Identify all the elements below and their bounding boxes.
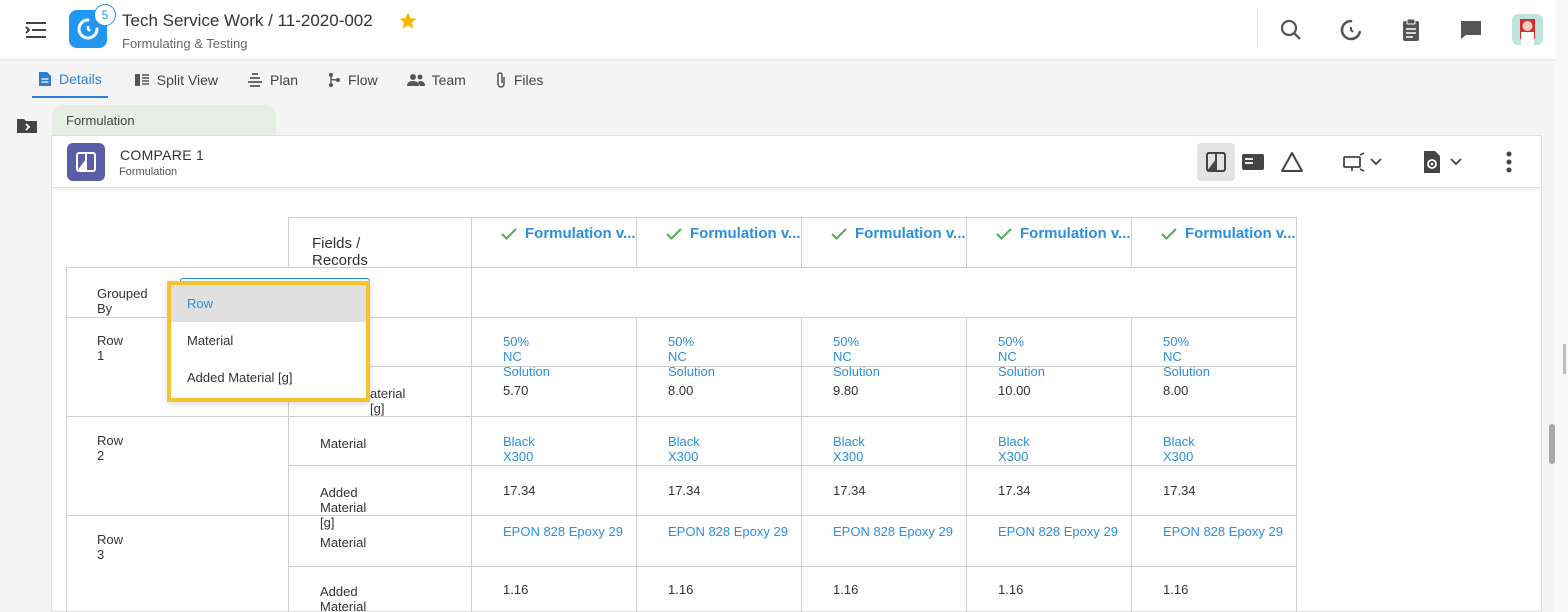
field-name-partial: aterial [g]: [370, 386, 406, 416]
row-label: Row 1: [97, 333, 124, 363]
amount-value: 1.16: [668, 582, 694, 597]
record-column-header[interactable]: Formulation v...: [666, 225, 801, 242]
tab-label: Split View: [156, 72, 219, 88]
page-scrollbar[interactable]: [1555, 0, 1568, 612]
chat-icon[interactable]: [1456, 15, 1486, 45]
material-link[interactable]: EPON 828 Epoxy 29: [833, 524, 953, 540]
record-column-label: Formulation v...: [1185, 225, 1296, 242]
field-name: Added Material [g]: [320, 485, 367, 530]
card-title: COMPARE 1: [120, 147, 205, 163]
breadcrumb[interactable]: Formulation: [52, 105, 276, 136]
card-view-button[interactable]: [1235, 143, 1271, 181]
record-column-header[interactable]: Formulation v...: [501, 225, 636, 242]
dropdown-option-added-material[interactable]: Added Material [g]: [171, 359, 366, 396]
material-link[interactable]: EPON 828 Epoxy 29: [668, 524, 788, 540]
tab-flow[interactable]: Flow: [327, 62, 378, 98]
material-link[interactable]: 50% NC Solution: [998, 334, 1045, 379]
amount-value: 1.16: [1163, 582, 1189, 597]
dropdown-option-row[interactable]: Row: [171, 285, 366, 322]
amount-value: 17.34: [503, 483, 536, 498]
tab-label: Details: [59, 71, 102, 87]
star-icon[interactable]: [398, 11, 418, 36]
scrollbar-thumb[interactable]: [1549, 424, 1555, 464]
scrollbar-marker: [1563, 344, 1566, 374]
material-link[interactable]: EPON 828 Epoxy 29: [998, 524, 1118, 540]
amount-value: 17.34: [833, 483, 866, 498]
amount-value: 17.34: [668, 483, 701, 498]
export-dropdown[interactable]: [1417, 143, 1467, 181]
display-options-dropdown[interactable]: [1337, 143, 1387, 181]
amount-value: 17.34: [998, 483, 1031, 498]
compare-view-button[interactable]: [1197, 143, 1235, 181]
menu-toggle-icon[interactable]: [22, 17, 50, 43]
record-column-header[interactable]: Formulation v...: [1161, 225, 1296, 242]
amount-value: 5.70: [503, 383, 529, 398]
material-link[interactable]: Black X300: [668, 434, 700, 464]
tab-plan[interactable]: Plan: [247, 62, 298, 98]
material-link[interactable]: 50% NC Solution: [1163, 334, 1210, 379]
notification-badge[interactable]: 5: [94, 4, 116, 26]
amount-value: 10.00: [998, 383, 1031, 398]
page-title: Tech Service Work / 11-2020-002: [122, 11, 373, 30]
tab-bar: Details Split View Plan Flow Team Files: [32, 62, 572, 98]
amount-value: 1.16: [833, 582, 859, 597]
field-name: Material: [320, 535, 367, 550]
record-column-label: Formulation v...: [690, 225, 801, 242]
record-column-header[interactable]: Formulation v...: [831, 225, 966, 242]
tab-files[interactable]: Files: [495, 62, 544, 98]
more-vert-icon[interactable]: [1497, 143, 1521, 181]
dropdown-option-material[interactable]: Material: [171, 322, 366, 359]
grouped-by-dropdown-menu: Row Material Added Material [g]: [167, 281, 370, 402]
material-link[interactable]: 50% NC Solution: [668, 334, 715, 379]
material-link[interactable]: 50% NC Solution: [833, 334, 880, 379]
compare-icon: [67, 143, 105, 181]
sync-icon[interactable]: [1336, 15, 1366, 45]
material-link[interactable]: Black X300: [503, 434, 535, 464]
material-link[interactable]: Black X300: [1163, 434, 1195, 464]
tab-label: Plan: [270, 72, 299, 88]
tab-details[interactable]: Details: [32, 62, 108, 98]
amount-value: 17.34: [1163, 483, 1196, 498]
material-link[interactable]: Black X300: [833, 434, 865, 464]
amount-value: 9.80: [833, 383, 859, 398]
card-subtitle: Formulation: [119, 166, 178, 178]
app-header: 5 Tech Service Work / 11-2020-002 Formul…: [0, 0, 1555, 60]
record-column-label: Formulation v...: [525, 225, 636, 242]
tab-label: Team: [431, 72, 466, 88]
header-divider: [1257, 10, 1258, 48]
card-header: COMPARE 1 Formulation: [52, 136, 1541, 188]
material-link[interactable]: EPON 828 Epoxy 29: [1163, 524, 1283, 540]
row-label: Row 3: [97, 532, 124, 562]
fields-records-header: Fields / Records: [312, 235, 368, 269]
clipboard-icon[interactable]: [1396, 15, 1426, 45]
record-column-header[interactable]: Formulation v...: [996, 225, 1131, 242]
search-icon[interactable]: [1276, 15, 1306, 45]
material-link[interactable]: EPON 828 Epoxy 29: [503, 524, 623, 540]
folder-nav-icon[interactable]: [16, 116, 38, 139]
tab-label: Flow: [348, 72, 378, 88]
tab-team[interactable]: Team: [406, 62, 466, 98]
tab-label: Files: [513, 72, 544, 88]
record-column-label: Formulation v...: [855, 225, 966, 242]
grouped-by-label: Grouped By: [97, 286, 148, 316]
material-link[interactable]: 50% NC Solution: [503, 334, 550, 379]
warning-view-button[interactable]: [1274, 143, 1310, 181]
tab-split-view[interactable]: Split View: [134, 62, 218, 98]
page-subtitle: Formulating & Testing: [122, 36, 248, 51]
row-label: Row 2: [97, 433, 124, 463]
avatar[interactable]: [1512, 14, 1543, 45]
amount-value: 1.16: [998, 582, 1024, 597]
record-column-label: Formulation v...: [1020, 225, 1131, 242]
material-link[interactable]: Black X300: [998, 434, 1030, 464]
amount-value: 1.16: [503, 582, 529, 597]
field-name: Added Material [g]: [320, 584, 367, 612]
amount-value: 8.00: [1163, 383, 1189, 398]
amount-value: 8.00: [668, 383, 694, 398]
field-name: Material: [320, 436, 367, 451]
